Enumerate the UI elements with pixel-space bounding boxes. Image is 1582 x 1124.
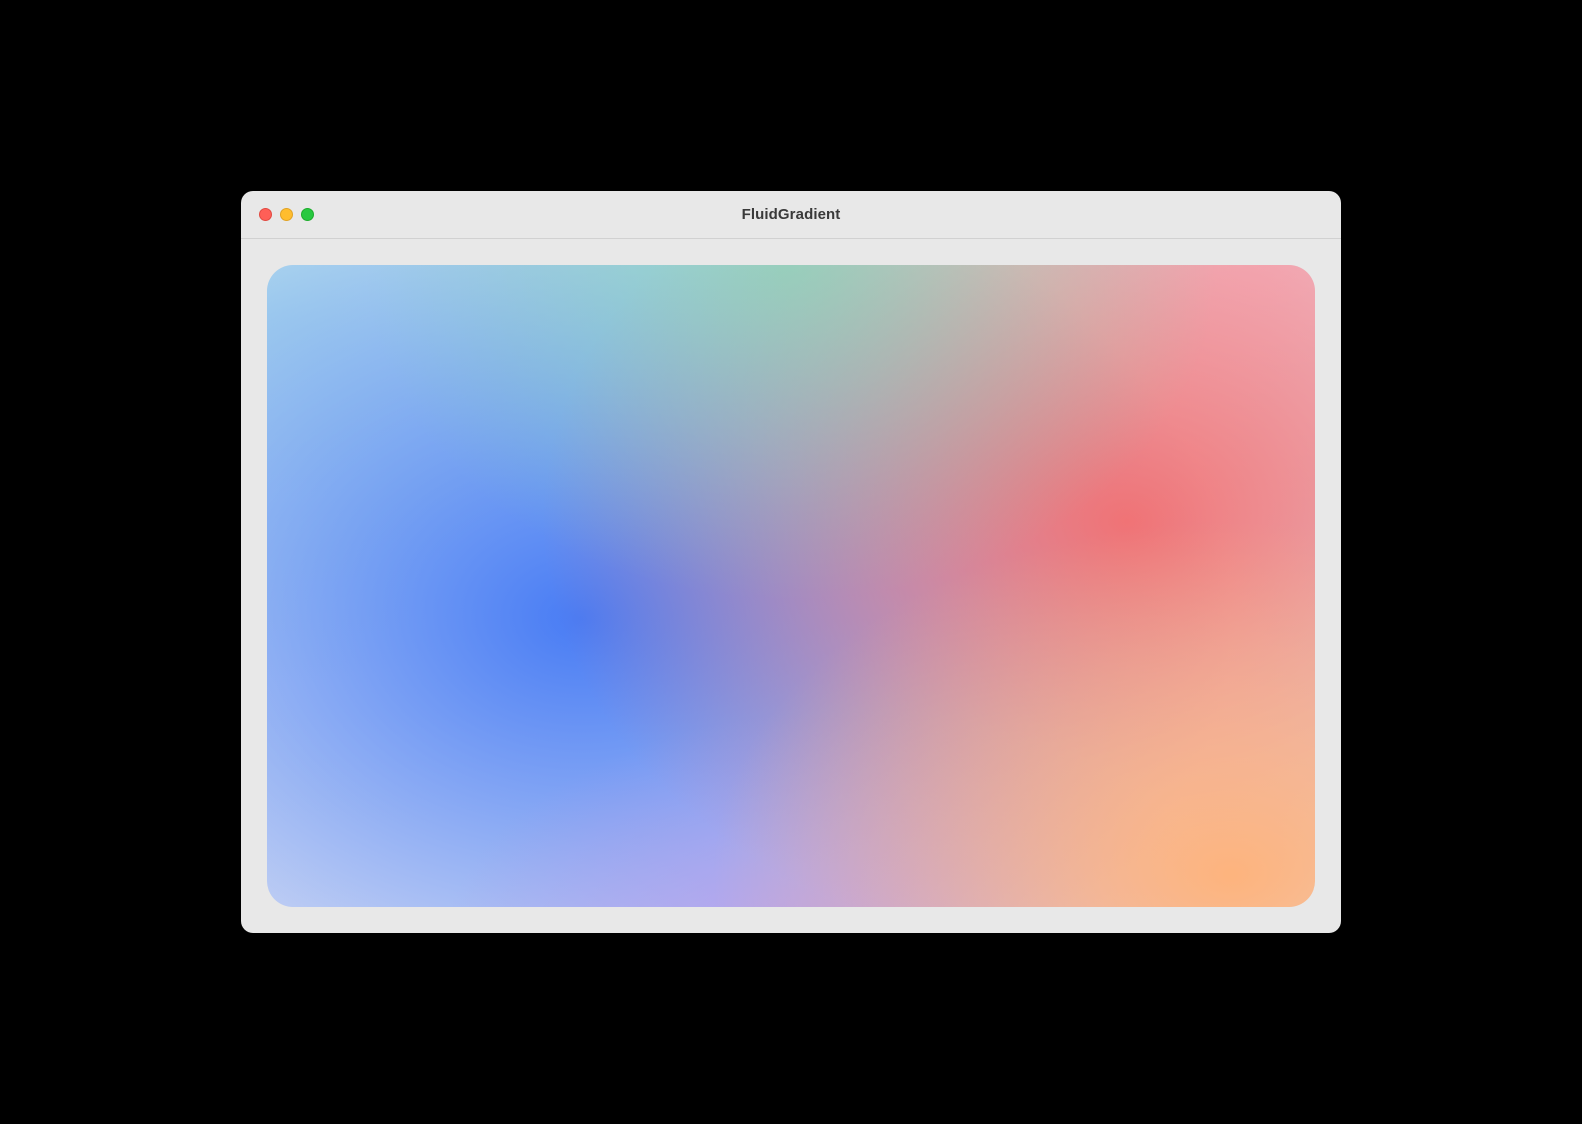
window-titlebar[interactable]: FluidGradient xyxy=(241,191,1341,239)
traffic-lights xyxy=(259,191,314,238)
close-icon[interactable] xyxy=(259,208,272,221)
zoom-icon[interactable] xyxy=(301,208,314,221)
desktop-background: FluidGradient xyxy=(0,0,1582,1124)
app-window: FluidGradient xyxy=(241,191,1341,933)
minimize-icon[interactable] xyxy=(280,208,293,221)
window-title: FluidGradient xyxy=(742,206,841,223)
fluid-gradient-canvas xyxy=(267,265,1315,907)
window-content xyxy=(241,239,1341,933)
